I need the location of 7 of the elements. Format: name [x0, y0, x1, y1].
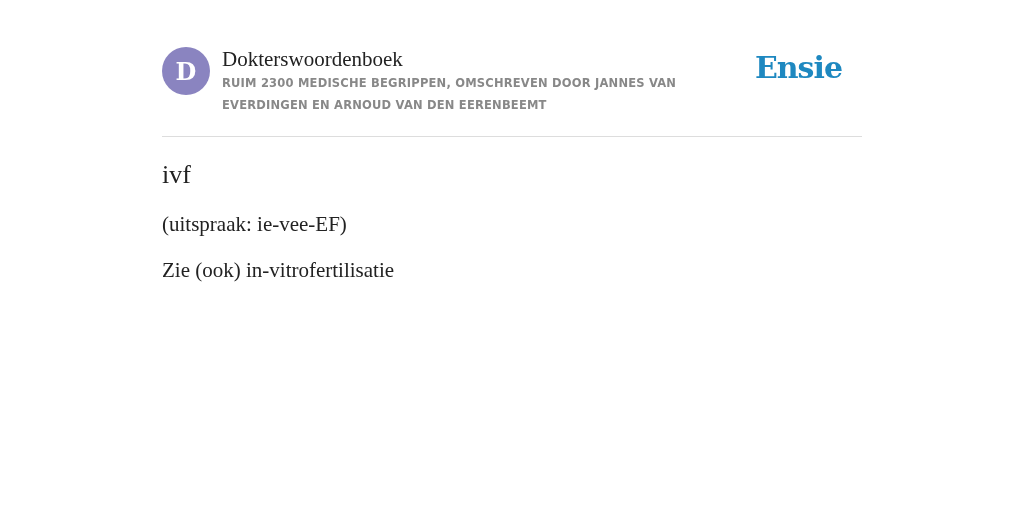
entry-term: ivf — [162, 159, 192, 191]
entry-text: Zie (ook) in-vitrofertilisatie — [162, 257, 396, 283]
dictionary-title[interactable]: Dokterswoordenboek — [222, 46, 702, 72]
dictionary-description: RUIM 2300 MEDISCHE BEGRIPPEN, OMSCHREVEN DOOR JANNES VAN EVERDINGEN EN ARNOUD VAN DEN EERENBEEMT — [222, 75, 678, 114]
entry-text: (uitspraak: ie-vee-EF) — [162, 211, 348, 237]
site-logo[interactable]: Ensie — [754, 50, 842, 85]
avatar: D — [162, 47, 210, 95]
